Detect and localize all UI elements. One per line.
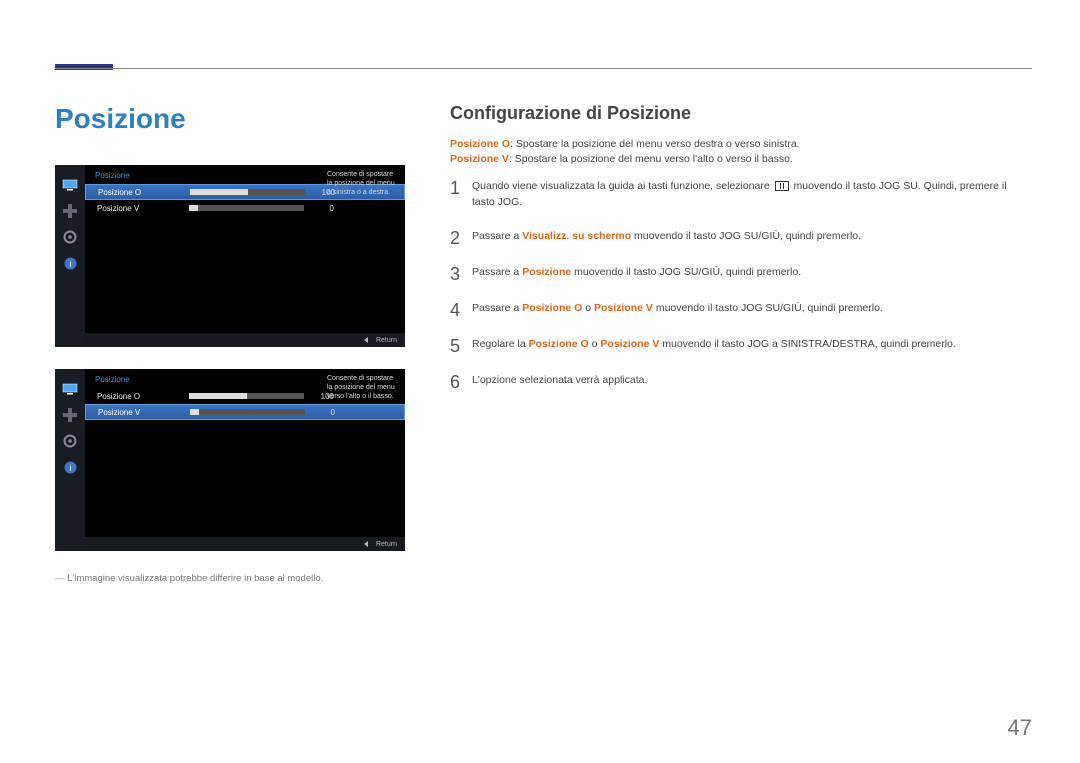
osd-slider [189, 205, 304, 211]
info-icon: i [61, 459, 79, 475]
osd-sidebar: i [55, 369, 85, 551]
return-label: Return [376, 541, 397, 548]
text: : Spostare la posizione del menu verso l… [509, 153, 793, 165]
svg-text:i: i [69, 463, 71, 473]
steps-list: 1 Quando viene visualizzata la guida ai … [450, 179, 1032, 391]
highlight: Visualizz. su schermo [522, 230, 631, 242]
back-triangle-icon [364, 541, 368, 547]
return-label: Return [376, 337, 397, 344]
back-triangle-icon [364, 337, 368, 343]
gear-icon [61, 229, 79, 245]
text: : Spostare la posizione del menu verso d… [510, 138, 799, 150]
step-number: 4 [450, 301, 472, 319]
step-6: 6 L'opzione selezionata verrà applicata. [450, 373, 1032, 391]
osd-footer: Return [85, 333, 405, 347]
intro-line: Posizione V: Spostare la posizione del m… [450, 153, 1032, 165]
step-body: Regolare la Posizione O o Posizione V mu… [472, 337, 1032, 355]
osd-row-label: Posizione O [98, 188, 190, 197]
osd-slider [190, 189, 305, 195]
step-1: 1 Quando viene visualizzata la guida ai … [450, 179, 1032, 211]
step-number: 2 [450, 229, 472, 247]
page-number: 47 [1008, 715, 1032, 741]
header-rule [55, 68, 1032, 69]
osd-row-label: Posizione V [97, 204, 189, 213]
highlight: Posizione O [522, 302, 582, 314]
highlight: Posizione O [450, 138, 510, 150]
osd-slider [190, 409, 305, 415]
step-4: 4 Passare a Posizione O o Posizione V mu… [450, 301, 1032, 319]
osd-footer: Return [85, 537, 405, 551]
monitor-icon [61, 177, 79, 193]
osd-body: Posizione Posizione O 100 Posizione V 0 … [85, 369, 405, 551]
info-icon: i [61, 255, 79, 271]
osd-hint-text: Consente di spostare la posizione del me… [327, 171, 405, 197]
step-3: 3 Passare a Posizione muovendo il tasto … [450, 265, 1032, 283]
osd-hint-text: Consente di spostare la posizione del me… [327, 375, 405, 401]
osd-row-label: Posizione V [98, 408, 190, 417]
step-body: Passare a Visualizz. su schermo muovendo… [472, 229, 1032, 247]
osd-slider [189, 393, 304, 399]
step-2: 2 Passare a Visualizz. su schermo muoven… [450, 229, 1032, 247]
menu-icon [775, 181, 789, 191]
osd-row-value: 0 [310, 204, 334, 213]
step-body: Passare a Posizione O o Posizione V muov… [472, 301, 1032, 319]
highlight: Posizione O [529, 338, 589, 350]
osd-row: Posizione V 0 [85, 200, 405, 216]
osd-screenshot-1: i Posizione Posizione O 100 Posizione V … [55, 165, 405, 347]
subsection-heading: Configurazione di Posizione [450, 103, 1032, 124]
step-body: L'opzione selezionata verrà applicata. [472, 373, 1032, 391]
step-5: 5 Regolare la Posizione O o Posizione V … [450, 337, 1032, 355]
osd-sidebar: i [55, 165, 85, 347]
step-number: 5 [450, 337, 472, 355]
osd-row-label: Posizione O [97, 392, 189, 401]
osd-body: Posizione Posizione O 100 Posizione V 0 … [85, 165, 405, 347]
left-column: Posizione i Posizione Posizione O [55, 103, 405, 584]
svg-text:i: i [69, 259, 71, 269]
osd-screenshot-2: i Posizione Posizione O 100 Posizione V … [55, 369, 405, 551]
step-number: 6 [450, 373, 472, 391]
dpad-icon [61, 203, 79, 219]
gear-icon [61, 433, 79, 449]
step-number: 3 [450, 265, 472, 283]
highlight: Posizione V [600, 338, 659, 350]
highlight: Posizione V [450, 153, 509, 165]
osd-row-value: 0 [311, 408, 335, 417]
highlight: Posizione V [594, 302, 653, 314]
section-heading: Posizione [55, 103, 405, 135]
dpad-icon [61, 407, 79, 423]
step-body: Quando viene visualizzata la guida ai ta… [472, 179, 1032, 211]
highlight: Posizione [522, 266, 571, 278]
osd-row-selected: Posizione V 0 [85, 404, 405, 420]
header-accent [55, 64, 113, 70]
right-column: Configurazione di Posizione Posizione O:… [450, 103, 1032, 409]
monitor-icon [61, 381, 79, 397]
step-number: 1 [450, 179, 472, 211]
intro-line: Posizione O: Spostare la posizione del m… [450, 138, 1032, 150]
footnote: L'immagine visualizzata potrebbe differi… [55, 573, 405, 584]
step-body: Passare a Posizione muovendo il tasto JO… [472, 265, 1032, 283]
